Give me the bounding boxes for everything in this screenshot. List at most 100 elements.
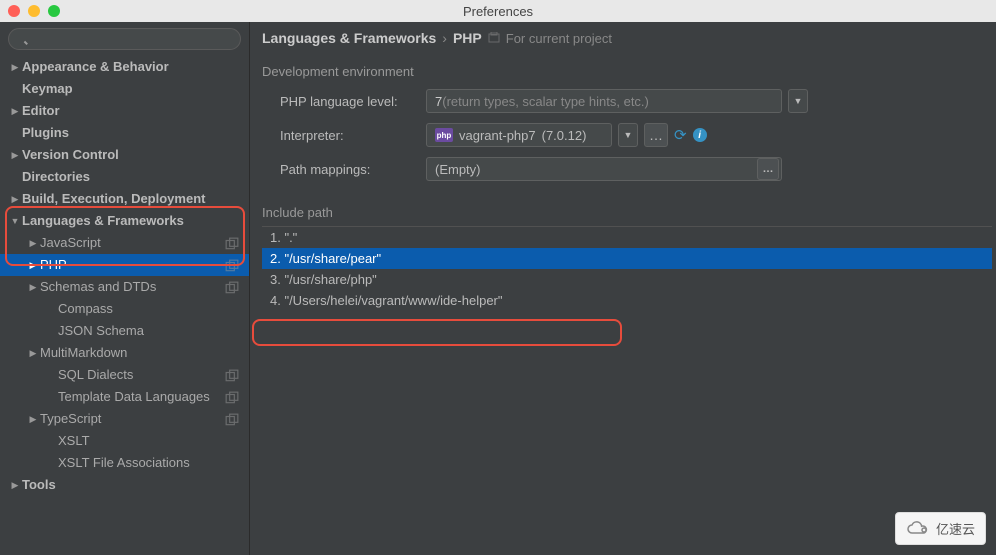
chevron-right-icon[interactable]: ▶: [26, 410, 40, 428]
include-path-item[interactable]: 4. "/Users/helei/vagrant/www/ide-helper": [262, 290, 992, 311]
breadcrumb-root[interactable]: Languages & Frameworks: [262, 30, 436, 46]
path-mappings-browse-button[interactable]: …: [757, 158, 779, 180]
sidebar-item-template-data-languages[interactable]: Template Data Languages: [0, 386, 249, 408]
sidebar-item-sql-dialects[interactable]: SQL Dialects: [0, 364, 249, 386]
sidebar-item-build-execution-deployment[interactable]: ▶Build, Execution, Deployment: [0, 188, 249, 210]
chevron-right-icon[interactable]: ▶: [8, 190, 22, 208]
project-scope-icon: [225, 391, 239, 403]
sidebar-item-label: JavaScript: [40, 234, 225, 252]
sidebar-item-xslt[interactable]: XSLT: [0, 430, 249, 452]
sidebar-item-compass[interactable]: Compass: [0, 298, 249, 320]
chevron-down-icon[interactable]: ▼: [8, 212, 22, 230]
sidebar-item-label: Template Data Languages: [58, 388, 225, 406]
sidebar-item-label: TypeScript: [40, 410, 225, 428]
include-path-item[interactable]: 1. ".": [262, 227, 992, 248]
sidebar-item-label: Compass: [58, 300, 243, 318]
cloud-icon: [906, 521, 930, 537]
sidebar-item-label: Version Control: [22, 146, 243, 164]
chevron-right-icon[interactable]: ▶: [8, 146, 22, 164]
sidebar-item-tools[interactable]: ▶Tools: [0, 474, 249, 496]
annotation-highlight: [252, 319, 622, 346]
settings-main-panel: Languages & Frameworks › PHP For current…: [250, 22, 996, 555]
sidebar-item-label: Build, Execution, Deployment: [22, 190, 243, 208]
sidebar-item-label: XSLT: [58, 432, 243, 450]
chevron-right-icon[interactable]: ▶: [26, 256, 40, 274]
section-dev-env: Development environment: [262, 58, 996, 89]
project-scope-icon: [225, 237, 239, 249]
search-input[interactable]: [8, 28, 241, 50]
watermark: 亿速云: [895, 512, 986, 545]
project-scope-icon: [225, 369, 239, 381]
sidebar-item-editor[interactable]: ▶Editor: [0, 100, 249, 122]
include-path-item[interactable]: 3. "/usr/share/php": [262, 269, 992, 290]
interpreter-label: Interpreter:: [280, 128, 420, 143]
include-path-item[interactable]: 2. "/usr/share/pear": [262, 248, 992, 269]
breadcrumb: Languages & Frameworks › PHP For current…: [262, 30, 996, 58]
sidebar-item-json-schema[interactable]: JSON Schema: [0, 320, 249, 342]
dropdown-arrow-icon[interactable]: ▼: [788, 89, 808, 113]
window-controls: [8, 5, 60, 17]
path-mappings-label: Path mappings:: [280, 162, 420, 177]
sidebar-item-label: Appearance & Behavior: [22, 58, 243, 76]
sidebar-item-multimarkdown[interactable]: ▶MultiMarkdown: [0, 342, 249, 364]
interpreter-browse-button[interactable]: …: [644, 123, 668, 147]
sidebar-item-label: PHP: [40, 256, 225, 274]
include-path-list: 1. "."2. "/usr/share/pear"3. "/usr/share…: [262, 227, 992, 311]
chevron-right-icon[interactable]: ▶: [26, 234, 40, 252]
row-path-mappings: Path mappings: (Empty) …: [280, 157, 996, 181]
project-scope-icon: [225, 413, 239, 425]
sidebar-item-label: Plugins: [22, 124, 243, 142]
zoom-icon[interactable]: [48, 5, 60, 17]
sidebar-item-label: MultiMarkdown: [40, 344, 243, 362]
window-title: Preferences: [463, 4, 533, 19]
sidebar-item-label: Schemas and DTDs: [40, 278, 225, 296]
sidebar-item-xslt-file-associations[interactable]: XSLT File Associations: [0, 452, 249, 474]
breadcrumb-scope: For current project: [506, 31, 612, 46]
interpreter-select[interactable]: php vagrant-php7 (7.0.12): [426, 123, 612, 147]
chevron-right-icon[interactable]: ▶: [26, 344, 40, 362]
row-php-language-level: PHP language level: 7 (return types, sca…: [280, 89, 996, 113]
path-mappings-field[interactable]: (Empty) …: [426, 157, 782, 181]
refresh-icon[interactable]: ⟳: [674, 126, 687, 144]
info-icon[interactable]: i: [693, 128, 707, 142]
sidebar-item-directories[interactable]: Directories: [0, 166, 249, 188]
php-badge-icon: php: [435, 128, 453, 142]
sidebar-item-label: SQL Dialects: [58, 366, 225, 384]
dropdown-arrow-icon[interactable]: ▼: [618, 123, 638, 147]
preferences-sidebar: ▶Appearance & BehaviorKeymap▶EditorPlugi…: [0, 22, 250, 555]
sidebar-item-label: Keymap: [22, 80, 243, 98]
sidebar-item-plugins[interactable]: Plugins: [0, 122, 249, 144]
minimize-icon[interactable]: [28, 5, 40, 17]
sidebar-item-typescript[interactable]: ▶TypeScript: [0, 408, 249, 430]
settings-tree: ▶Appearance & BehaviorKeymap▶EditorPlugi…: [0, 56, 249, 496]
chevron-right-icon[interactable]: ▶: [8, 102, 22, 120]
sidebar-item-schemas-and-dtds[interactable]: ▶Schemas and DTDs: [0, 276, 249, 298]
section-include-path: Include path: [262, 191, 992, 227]
close-icon[interactable]: [8, 5, 20, 17]
sidebar-item-label: Languages & Frameworks: [22, 212, 243, 230]
titlebar: Preferences: [0, 0, 996, 22]
chevron-right-icon[interactable]: ▶: [8, 476, 22, 494]
chevron-right-icon: ›: [442, 30, 447, 46]
sidebar-item-label: JSON Schema: [58, 322, 243, 340]
sidebar-item-label: Tools: [22, 476, 243, 494]
search-icon: [8, 28, 241, 50]
project-scope-icon: [225, 281, 239, 293]
sidebar-item-version-control[interactable]: ▶Version Control: [0, 144, 249, 166]
sidebar-item-label: XSLT File Associations: [58, 454, 243, 472]
php-language-level-select[interactable]: 7 (return types, scalar type hints, etc.…: [426, 89, 782, 113]
breadcrumb-child: PHP: [453, 30, 482, 46]
sidebar-item-label: Editor: [22, 102, 243, 120]
chevron-right-icon[interactable]: ▶: [26, 278, 40, 296]
row-interpreter: Interpreter: php vagrant-php7 (7.0.12) ▼…: [280, 123, 996, 147]
chevron-right-icon[interactable]: ▶: [8, 58, 22, 76]
sidebar-item-php[interactable]: ▶PHP: [0, 254, 249, 276]
project-scope-icon: [488, 32, 500, 44]
sidebar-item-label: Directories: [22, 168, 243, 186]
sidebar-item-javascript[interactable]: ▶JavaScript: [0, 232, 249, 254]
sidebar-item-languages-frameworks[interactable]: ▼Languages & Frameworks: [0, 210, 249, 232]
sidebar-item-appearance-behavior[interactable]: ▶Appearance & Behavior: [0, 56, 249, 78]
project-scope-icon: [225, 259, 239, 271]
php-language-level-label: PHP language level:: [280, 94, 420, 109]
sidebar-item-keymap[interactable]: Keymap: [0, 78, 249, 100]
